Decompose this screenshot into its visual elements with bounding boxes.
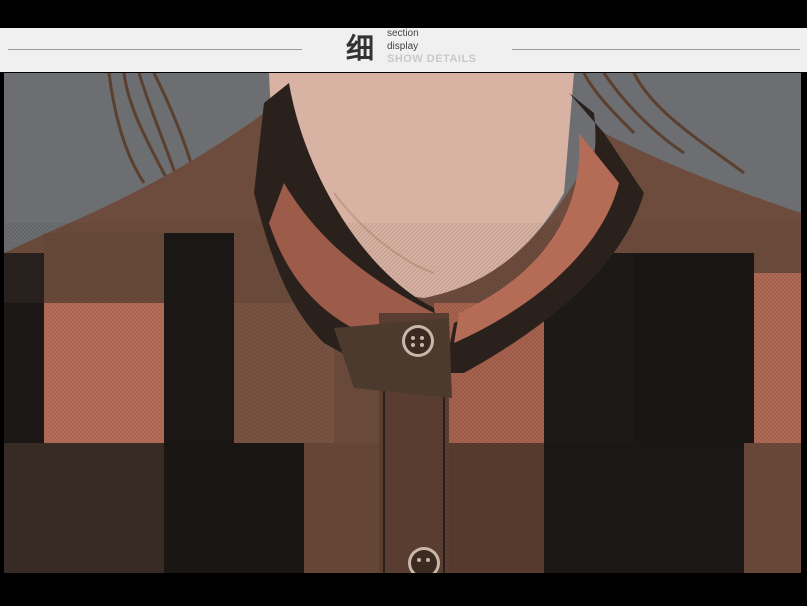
caption-display: display [387,41,419,52]
button-top [402,325,434,357]
section-header: 细 section display SHOW DETAILS [0,28,807,72]
caption-section: section [387,28,419,39]
product-photo [4,73,801,573]
detail-glyph: 细 [346,32,375,65]
screen: 细 section display SHOW DETAILS [0,0,807,606]
shirt-collar-image [4,73,801,573]
divider-left [8,49,302,50]
divider-right [512,49,800,50]
caption-show-details: SHOW DETAILS [387,53,477,65]
